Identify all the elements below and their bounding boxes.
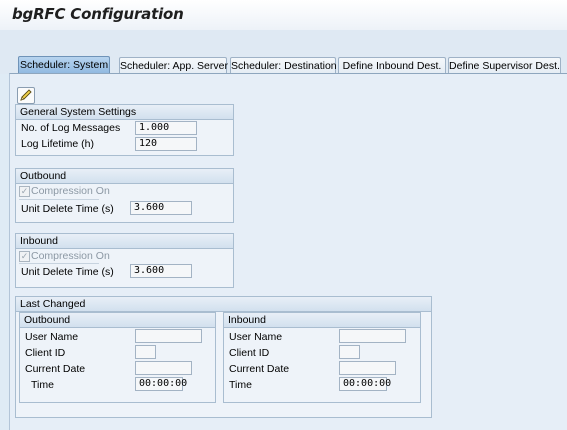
pencil-icon — [20, 89, 32, 101]
group-title: Outbound — [16, 169, 233, 184]
unit-delete-label: Unit Delete Time (s) — [21, 266, 114, 278]
user-name-field[interactable] — [135, 329, 202, 343]
divider — [19, 263, 99, 264]
log-messages-field[interactable]: 1.000 — [135, 121, 197, 135]
tab-scheduler-app-server[interactable]: Scheduler: App. Server — [119, 57, 228, 74]
time-field[interactable]: 00:00:00 — [339, 377, 391, 391]
title-bar: bgRFC Configuration — [0, 0, 567, 30]
client-id-field[interactable] — [339, 345, 360, 359]
divider — [19, 199, 99, 200]
unit-delete-field[interactable]: 3.600 — [130, 264, 192, 278]
current-date-label: Current Date — [25, 363, 86, 375]
client-id-field[interactable] — [135, 345, 156, 359]
group-title: Outbound — [20, 313, 215, 328]
unit-delete-label: Unit Delete Time (s) — [21, 203, 114, 215]
time-label: Time — [229, 379, 252, 391]
group-title: Inbound — [16, 234, 233, 249]
group-title: General System Settings — [16, 105, 233, 120]
time-field[interactable]: 00:00:00 — [135, 377, 187, 391]
page-title: bgRFC Configuration — [12, 5, 184, 23]
compression-checkbox[interactable]: ✓ — [19, 251, 30, 262]
compression-label: Compression On — [31, 185, 110, 197]
unit-delete-field[interactable]: 3.600 — [130, 201, 192, 215]
log-lifetime-label: Log Lifetime (h) — [21, 138, 94, 150]
group-title: Last Changed — [16, 297, 431, 312]
group-title: Inbound — [224, 313, 420, 328]
log-messages-label: No. of Log Messages — [21, 122, 121, 134]
tab-scheduler-destination[interactable]: Scheduler: Destination — [230, 57, 337, 74]
current-date-field[interactable] — [135, 361, 192, 375]
client-id-label: Client ID — [229, 347, 270, 359]
tab-define-supervisor-dest[interactable]: Define Supervisor Dest. — [448, 57, 561, 74]
compression-label: Compression On — [31, 250, 110, 262]
log-lifetime-field[interactable]: 120 — [135, 137, 197, 151]
application-toolbar — [0, 30, 567, 52]
user-name-label: User Name — [25, 331, 79, 343]
compression-checkbox[interactable]: ✓ — [19, 186, 30, 197]
current-date-field[interactable] — [339, 361, 396, 375]
time-label: Time — [31, 379, 54, 391]
user-name-field[interactable] — [339, 329, 406, 343]
tab-define-inbound-dest[interactable]: Define Inbound Dest. — [338, 57, 446, 74]
user-name-label: User Name — [229, 331, 283, 343]
edit-button[interactable] — [17, 87, 35, 104]
current-date-label: Current Date — [229, 363, 290, 375]
tab-scheduler-system[interactable]: Scheduler: System — [18, 56, 110, 74]
client-id-label: Client ID — [25, 347, 66, 359]
